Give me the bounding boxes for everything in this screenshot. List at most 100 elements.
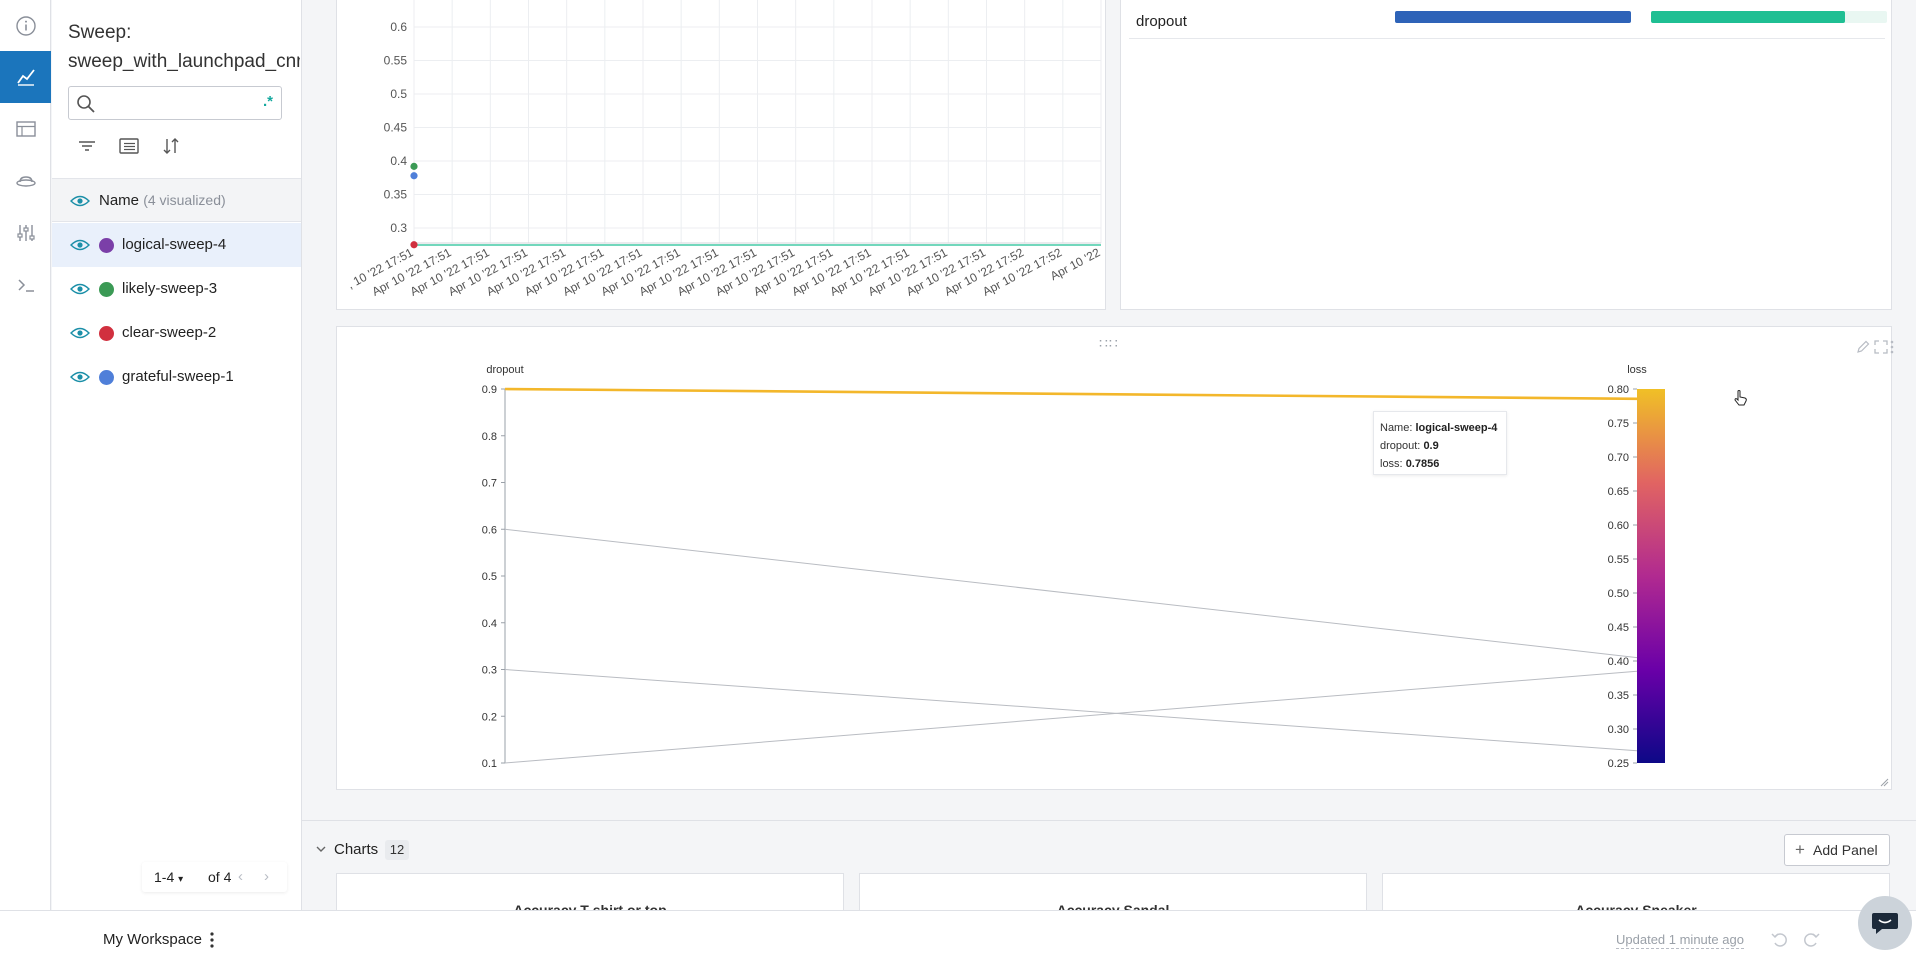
rail-overview-button[interactable]	[0, 0, 51, 52]
y-tick-label: 0.80	[1608, 384, 1629, 396]
y-tick-label: 0.5	[482, 571, 497, 583]
correlation-bar[interactable]	[1651, 11, 1845, 23]
next-page-icon[interactable]: ›	[264, 868, 269, 885]
redo-icon[interactable]	[1802, 929, 1822, 949]
regex-toggle[interactable]: .*	[263, 93, 273, 110]
more-vertical-icon[interactable]	[206, 930, 218, 950]
chat-support-button[interactable]	[1858, 896, 1912, 950]
parameter-importance-panel[interactable]: dropout	[1120, 0, 1892, 310]
data-point[interactable]	[410, 241, 418, 249]
plus-icon: +	[1795, 840, 1805, 859]
chart-card[interactable]: Accuracy Sneaker	[1382, 873, 1890, 910]
y-tick-label: 0.8	[482, 431, 497, 443]
group-icon[interactable]	[118, 135, 140, 157]
main-content: 0.6 0.55 0.5 0.45 0.4 0.35 0.3, 10 '22 17:51 Ap…	[302, 0, 1916, 910]
run-row[interactable]: likely-sweep-3	[52, 267, 301, 311]
run-color-dot[interactable]	[99, 238, 114, 253]
runs-table-header[interactable]: Name (4 visualized)	[52, 178, 301, 222]
runs-header-label: Name (4 visualized)	[99, 192, 226, 209]
correlation-track	[1651, 11, 1887, 23]
sweep-title: Sweep: sweep_with_launchpad_cnn	[68, 18, 300, 76]
y-tick-label: 0.4	[482, 618, 497, 630]
run-row[interactable]: logical-sweep-4	[52, 223, 301, 267]
rail-charts-button[interactable]	[0, 51, 51, 103]
y-tick-label: 0.55	[384, 54, 408, 68]
y-tick-label: 0.1	[482, 758, 497, 770]
page-range-select[interactable]: 1-4 ▾	[154, 869, 183, 885]
data-point[interactable]	[410, 162, 418, 170]
y-tick-label: 0.30	[1608, 724, 1629, 736]
runs-sidebar: Sweep: sweep_with_launchpad_cnn .* Name …	[52, 0, 302, 910]
y-tick-label: 0.7	[482, 478, 497, 490]
run-line[interactable]	[504, 669, 1638, 752]
y-tick-label: 0.35	[384, 188, 408, 202]
y-tick-label: 0.6	[482, 524, 497, 536]
parallel-coordinates-panel[interactable]: ∷∷ dropout loss 0.9 0.8 0.7 0.6 0.5 0.4 0.3 0.2 0.…	[336, 326, 1894, 791]
run-color-dot[interactable]	[99, 282, 114, 297]
chat-icon	[1872, 913, 1898, 934]
chart-card[interactable]: Accuracy T-shirt or top	[336, 873, 844, 910]
sort-icon[interactable]	[160, 135, 182, 157]
run-name[interactable]: grateful-sweep-1	[122, 368, 234, 385]
run-row[interactable]: grateful-sweep-1	[52, 355, 301, 399]
rail-terminal-button[interactable]	[0, 259, 51, 311]
row-divider	[1129, 38, 1885, 39]
run-line[interactable]	[504, 387, 1638, 401]
y-tick-label: 0.50	[1608, 588, 1629, 600]
run-search-input[interactable]	[101, 91, 251, 115]
y-tick-label: 0.60	[1608, 520, 1629, 532]
last-updated-text: Updated 1 minute ago	[1616, 932, 1744, 949]
sliders-icon	[16, 225, 35, 241]
eye-icon[interactable]	[70, 370, 90, 384]
terminal-icon	[17, 279, 34, 292]
run-color-dot[interactable]	[99, 326, 114, 341]
axis-title: dropout	[486, 364, 523, 376]
panel-count-badge: 12	[385, 840, 409, 860]
chart-card-title: Accuracy Sandal	[1056, 902, 1170, 910]
filter-icon[interactable]	[76, 135, 98, 157]
run-name[interactable]: logical-sweep-4	[122, 236, 226, 253]
sweep-title-name: sweep_with_launchpad_cnn	[68, 51, 300, 72]
run-line[interactable]	[504, 670, 1638, 764]
add-panel-button[interactable]: + Add Panel	[1784, 834, 1890, 866]
eye-icon[interactable]	[70, 326, 90, 340]
param-name: dropout	[1136, 13, 1187, 30]
eye-icon[interactable]	[70, 194, 90, 208]
run-color-dot[interactable]	[99, 370, 114, 385]
eye-icon[interactable]	[70, 282, 90, 296]
run-row[interactable]: clear-sweep-2	[52, 311, 301, 355]
prev-page-icon[interactable]: ‹	[238, 868, 243, 885]
y-tick-label: 0.9	[482, 384, 497, 396]
chart-card-title: Accuracy Sneaker	[1575, 902, 1697, 910]
importance-bar[interactable]	[1395, 11, 1631, 23]
chevron-down-icon[interactable]	[315, 843, 327, 855]
runs-pager: 1-4 ▾ of 4 ‹ ›	[142, 862, 287, 892]
undo-icon[interactable]	[1769, 929, 1789, 949]
line-chart-icon	[16, 69, 35, 86]
run-name[interactable]: likely-sweep-3	[122, 280, 217, 297]
chart-card[interactable]: Accuracy Sandal	[859, 873, 1367, 910]
section-title[interactable]: Charts	[334, 841, 378, 858]
rail-sweep-button[interactable]	[0, 155, 51, 207]
run-search-box: .*	[68, 86, 282, 120]
resize-handle-icon[interactable]	[1879, 777, 1889, 787]
rail-controls-button[interactable]	[0, 207, 51, 259]
rail-table-button[interactable]	[0, 103, 51, 155]
y-tick-label: 0.3	[482, 665, 497, 677]
y-tick-label: 0.4	[390, 154, 407, 168]
workspace-name[interactable]: My Workspace	[103, 931, 202, 948]
y-tick-label: 0.55	[1608, 554, 1629, 566]
workspace-footer: My Workspace Updated 1 minute ago	[0, 910, 1916, 966]
y-tick-label: 0.35	[1608, 690, 1629, 702]
line-chart[interactable]: 0.60.550.50.450.40.350.3, 10 '22 17:51Ap…	[337, 0, 1107, 311]
icon-rail	[0, 0, 51, 910]
y-tick-label: 0.40	[1608, 656, 1629, 668]
data-point[interactable]	[410, 172, 418, 180]
line-chart-panel[interactable]: 0.6 0.55 0.5 0.45 0.4 0.35 0.3, 10 '22 17:51 Ap…	[336, 0, 1106, 310]
y-tick-label: 0.5	[390, 87, 407, 101]
run-name[interactable]: clear-sweep-2	[122, 324, 216, 341]
parallel-coordinates-chart[interactable]: dropout loss 0.9 0.8 0.7 0.6 0.5 0.4 0.3 0.2 0.1 0.…	[337, 327, 1893, 791]
run-line[interactable]	[504, 528, 1638, 659]
table-icon	[15, 121, 36, 137]
eye-icon[interactable]	[70, 238, 90, 252]
